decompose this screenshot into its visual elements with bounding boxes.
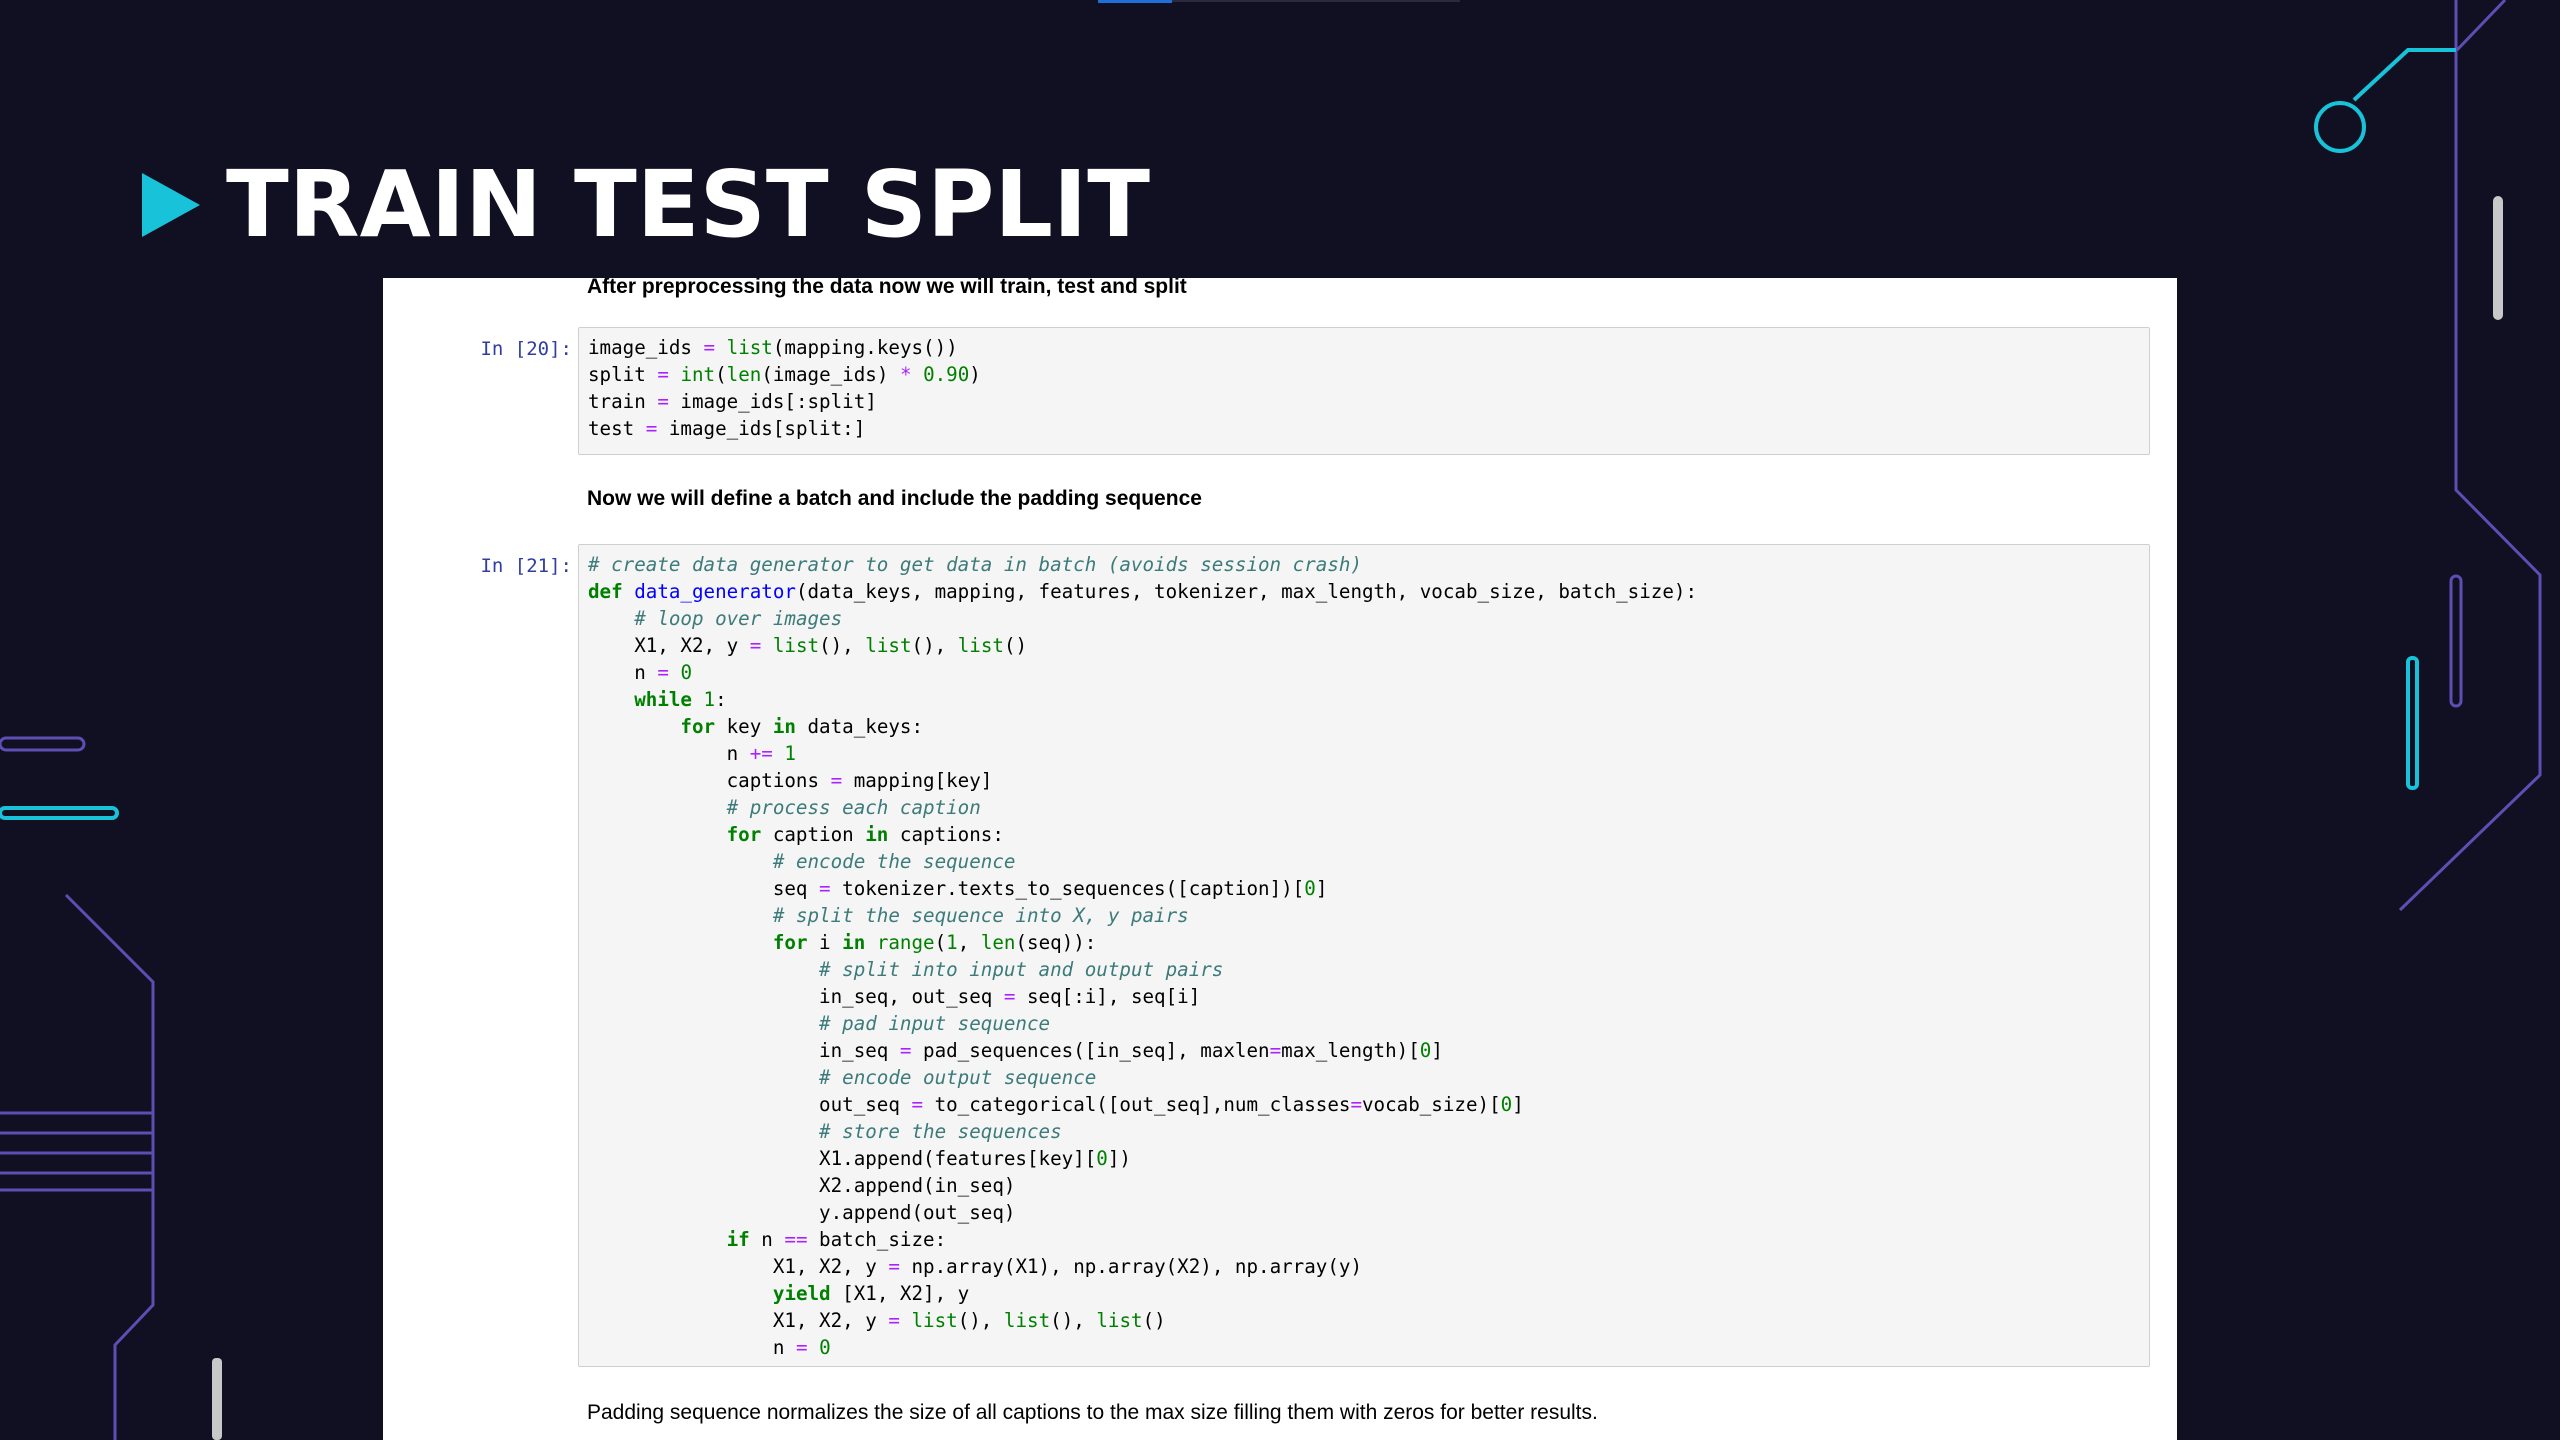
code-line: for i in range(1, len(seq)): xyxy=(772,931,1097,954)
code-line: train = image_ids[:split] xyxy=(588,390,877,413)
code-line: in_seq, out_seq = seq[:i], seq[i] xyxy=(588,985,1201,1008)
cell-prompt-21: In [21]: xyxy=(480,555,572,577)
code-line: X1, X2, y = list(), list(), list() xyxy=(588,1309,1166,1332)
cell-prompt-20: In [20]: xyxy=(480,338,572,360)
markdown-cell-1: After preprocessing the data now we will… xyxy=(587,278,1187,298)
code-line: for caption in captions: xyxy=(726,823,1004,846)
code-line: # encode the sequence xyxy=(772,850,1016,873)
code-line: # process each caption xyxy=(726,796,981,819)
code-cell-20-source: image_ids = list(mapping.keys()) split =… xyxy=(579,328,2149,448)
code-line: X1, X2, y = list(), list(), list() xyxy=(588,634,1028,657)
code-cell-20[interactable]: image_ids = list(mapping.keys()) split =… xyxy=(578,327,2150,455)
code-line: # split into input and output pairs xyxy=(819,958,1224,981)
code-line: X2.append(in_seq) xyxy=(588,1174,1016,1197)
code-line: if n == batch_size: xyxy=(726,1228,947,1251)
code-line: X1.append(features[key][0]) xyxy=(588,1147,1131,1170)
code-line: captions = mapping[key] xyxy=(588,769,993,792)
code-line: # encode output sequence xyxy=(819,1066,1097,1089)
code-line: # split the sequence into X, y pairs xyxy=(772,904,1189,927)
code-line: while 1: xyxy=(634,688,727,711)
code-line: n += 1 xyxy=(588,742,796,765)
code-line: # store the sequences xyxy=(819,1120,1062,1143)
code-line: split = int(len(image_ids) * 0.90) xyxy=(588,363,981,386)
code-line: out_seq = to_categorical([out_seq],num_c… xyxy=(588,1093,1524,1116)
markdown-cell-2: Now we will define a batch and include t… xyxy=(587,487,1202,510)
slide-title-text: TRAIN TEST SPLIT xyxy=(226,151,1150,258)
code-line: # create data generator to get data in b… xyxy=(588,553,1362,576)
top-accent-bar xyxy=(1098,0,1172,3)
code-line: image_ids = list(mapping.keys()) xyxy=(588,336,958,359)
code-cell-21[interactable]: # create data generator to get data in b… xyxy=(578,544,2150,1367)
code-line: yield [X1, X2], y xyxy=(772,1282,970,1305)
code-cell-21-source: # create data generator to get data in b… xyxy=(579,545,2149,1367)
code-line: # pad input sequence xyxy=(819,1012,1051,1035)
notebook-screenshot: After preprocessing the data now we will… xyxy=(383,278,2177,1440)
code-line: X1, X2, y = np.array(X1), np.array(X2), … xyxy=(588,1255,1362,1278)
code-line: # loop over images xyxy=(634,607,843,630)
code-line: in_seq = pad_sequences([in_seq], maxlen=… xyxy=(588,1039,1443,1062)
slide-title: TRAIN TEST SPLIT xyxy=(142,150,1150,260)
code-line: def data_generator(data_keys, mapping, f… xyxy=(588,580,1697,603)
markdown-cell-3: Padding sequence normalizes the size of … xyxy=(587,1401,1598,1424)
top-bar xyxy=(1172,0,1460,2)
code-line: seq = tokenizer.texts_to_sequences([capt… xyxy=(588,877,1328,900)
code-line: n = 0 xyxy=(588,661,692,684)
code-line: n = 0 xyxy=(588,1336,831,1359)
code-line: for key in data_keys: xyxy=(680,715,924,738)
code-line: y.append(out_seq) xyxy=(588,1201,1016,1224)
code-line: test = image_ids[split:] xyxy=(588,417,866,440)
play-triangle-icon xyxy=(142,173,200,237)
